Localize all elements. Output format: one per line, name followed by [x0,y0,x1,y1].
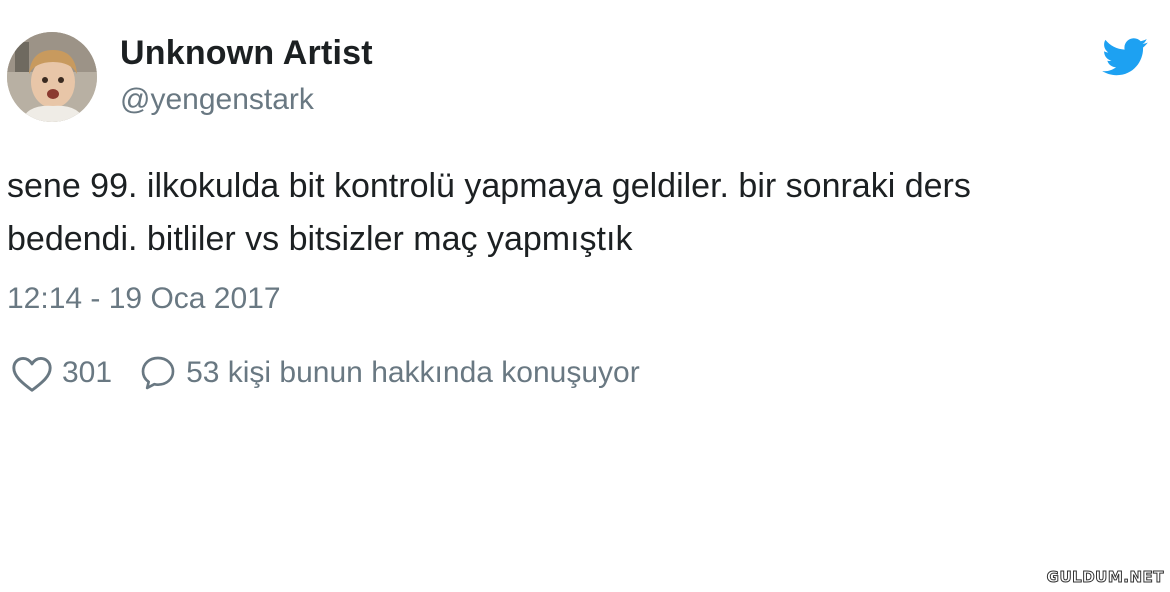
tweet-actions: 301 53 kişi bunun hakkında konuşuyor [10,350,640,396]
replies-label: 53 kişi bunun hakkında konuşuyor [186,356,640,389]
heart-icon [10,353,54,393]
user-handle[interactable]: @yengenstark [120,83,314,117]
like-button[interactable]: 301 [10,353,112,393]
like-count: 301 [62,356,113,389]
twitter-bird-icon[interactable] [1102,38,1148,76]
display-name[interactable]: Unknown Artist [120,34,373,73]
tweet-text-line: bedendi. bitliler vs bitsizler maç yapmı… [7,220,633,258]
tweet-card: Unknown Artist @yengenstark sene 99. ilk… [0,0,1170,592]
tweet-text: sene 99. ilkokulda bit kontrolü yapmaya … [7,160,1157,266]
tweet-timestamp[interactable]: 12:14 - 19 Oca 2017 [7,282,281,316]
reply-button[interactable]: 53 kişi bunun hakkında konuşuyor [138,353,640,393]
tweet-text-line: sene 99. ilkokulda bit kontrolü yapmaya … [7,167,971,205]
watermark: GULDUM.NET [1046,568,1164,587]
avatar[interactable] [7,32,97,122]
child-photo-avatar-icon [7,32,97,122]
speech-bubble-icon [138,353,178,393]
